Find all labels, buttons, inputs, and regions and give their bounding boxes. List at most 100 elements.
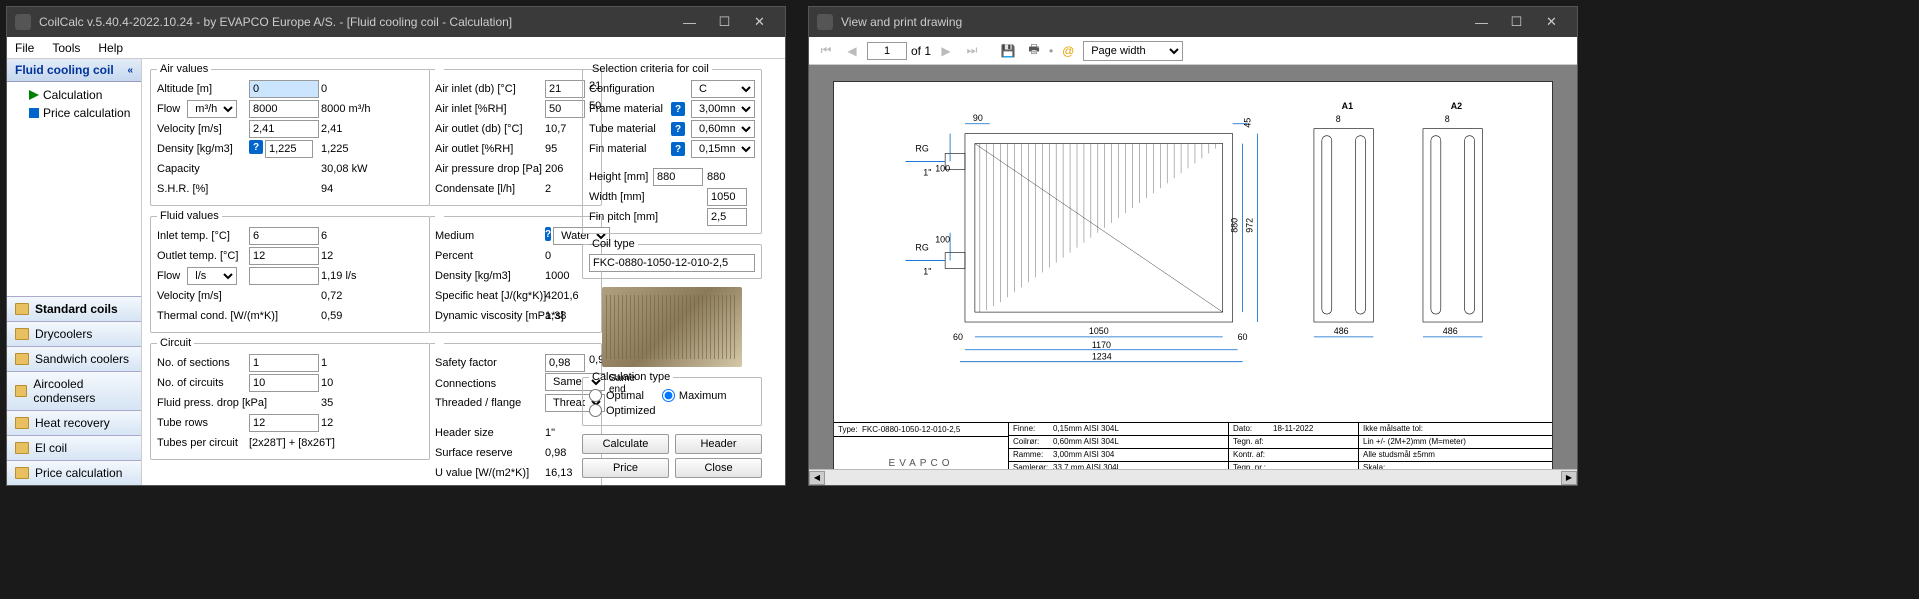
height-input[interactable] <box>653 168 703 186</box>
minimize-button[interactable]: — <box>1464 11 1499 33</box>
finpitch-label: Fin pitch [mm] <box>589 211 649 223</box>
sidebar-heat-recovery[interactable]: Heat recovery <box>7 410 141 435</box>
separator: • <box>1049 44 1053 58</box>
finpitch-input[interactable] <box>707 208 747 226</box>
fluid-flow-input[interactable] <box>249 267 319 285</box>
sidebar-aircooled-condensers[interactable]: Aircooled condensers <box>7 371 141 410</box>
folder-icon <box>15 385 27 397</box>
calculate-button[interactable]: Calculate <box>582 434 669 454</box>
svg-text:880: 880 <box>1230 218 1240 233</box>
sf-input[interactable] <box>545 354 585 372</box>
air-inlet-rh-input[interactable] <box>545 100 585 118</box>
fpd-label: Fluid press. drop [kPa] <box>157 397 247 409</box>
minimize-button[interactable]: — <box>672 11 707 33</box>
chevron-left-icon[interactable]: « <box>127 65 133 76</box>
scroll-left-button[interactable]: ◀ <box>809 471 825 485</box>
maximum-radio[interactable]: Maximum <box>662 389 727 402</box>
air-flow-input[interactable] <box>249 100 319 118</box>
air-outlet-db-label: Air outlet (db) [°C] <box>435 123 545 135</box>
dato-v: 18-11-2022 <box>1273 424 1313 434</box>
logo: EVAPCO <box>834 437 1008 469</box>
maximum-label: Maximum <box>679 390 727 402</box>
tube-select[interactable]: 0,60mm AISI 30 <box>691 120 755 138</box>
outlet-temp-input[interactable] <box>249 247 319 265</box>
titlebar: View and print drawing — ☐ ✕ <box>809 7 1577 37</box>
sidebar-title[interactable]: Fluid cooling coil « <box>7 59 141 82</box>
optimized-radio[interactable]: Optimized <box>589 404 656 417</box>
air-density-label: Density [kg/m3] <box>157 143 247 155</box>
sidebar-btn-label: Standard coils <box>35 302 118 316</box>
sidebar-price-calculation[interactable]: Price calculation <box>7 460 141 485</box>
fin-select[interactable]: 0,15mm AISI 30 <box>691 140 755 158</box>
header-button[interactable]: Header <box>675 434 762 454</box>
print-icon[interactable]: 🖶 <box>1023 41 1045 61</box>
save-icon[interactable]: 💾 <box>997 41 1019 61</box>
next-page-button[interactable]: ▶ <box>935 41 957 61</box>
help-icon[interactable]: ? <box>545 227 551 241</box>
air-velocity-input[interactable] <box>249 120 319 138</box>
air-flow-out: 8000 m³/h <box>321 103 371 115</box>
frame-select[interactable]: 3,00mm AISI 30 <box>691 100 755 118</box>
width-input[interactable] <box>707 188 747 206</box>
prev-page-button[interactable]: ◀ <box>841 41 863 61</box>
first-page-button[interactable]: ⏮ <box>815 41 837 61</box>
close-button-panel[interactable]: Close <box>675 458 762 478</box>
air-flow-unit[interactable]: m³/h <box>187 100 237 118</box>
col-mid: Air inlet (db) [°C]21 Air inlet [%RH]50 … <box>436 63 576 485</box>
svg-text:60: 60 <box>953 332 963 342</box>
maximize-button[interactable]: ☐ <box>1499 11 1534 33</box>
sidebar-sandwich-coolers[interactable]: Sandwich coolers <box>7 346 141 371</box>
drawing-viewport[interactable]: RG RG 1" 1" 100 100 90 45 60 1050 60 117… <box>809 65 1577 469</box>
air-inlet-db-input[interactable] <box>545 80 585 98</box>
last-page-button[interactable]: ⏭ <box>961 41 983 61</box>
menu-tools[interactable]: Tools <box>52 41 80 55</box>
height-out: 880 <box>707 171 747 183</box>
help-icon[interactable]: ? <box>671 122 685 136</box>
help-icon[interactable]: ? <box>671 102 685 116</box>
tube-rows-input[interactable] <box>249 414 319 432</box>
close-button[interactable]: ✕ <box>742 11 777 33</box>
svg-text:45: 45 <box>1242 118 1252 128</box>
email-icon[interactable]: @ <box>1057 41 1079 61</box>
tree-price-calculation[interactable]: Price calculation <box>13 104 135 122</box>
medium-label: Medium <box>435 230 545 242</box>
optimal-radio[interactable]: Optimal <box>589 389 644 402</box>
help-icon[interactable]: ? <box>249 140 263 154</box>
inlet-temp-input[interactable] <box>249 227 319 245</box>
page-input[interactable] <box>867 42 907 60</box>
calc-type-group: Calculation type Optimal Maximum Optimiz… <box>582 371 762 426</box>
sidebar-btn-label: El coil <box>35 441 67 455</box>
menu-file[interactable]: File <box>15 41 34 55</box>
altitude-input[interactable] <box>249 80 319 98</box>
close-button[interactable]: ✕ <box>1534 11 1569 33</box>
inlet-temp-out: 6 <box>321 230 371 242</box>
price-button[interactable]: Price <box>582 458 669 478</box>
zoom-select[interactable]: Page width <box>1083 41 1183 61</box>
fluid-density-label: Density [kg/m3] <box>435 270 545 282</box>
air-density-input[interactable] <box>265 140 313 158</box>
sidebar-el-coil[interactable]: El coil <box>7 435 141 460</box>
drawing-window: View and print drawing — ☐ ✕ ⏮ ◀ of 1 ▶ … <box>808 6 1578 486</box>
titlebar: CoilCalc v.5.40.4-2022.10.24 - by EVAPCO… <box>7 7 785 37</box>
sidebar-standard-coils[interactable]: Standard coils <box>7 296 141 321</box>
tube-rows-out: 12 <box>321 417 371 429</box>
main-panel: Air values Altitude [m]0 Flow m³/h8000 m… <box>142 59 785 485</box>
help-icon[interactable]: ? <box>671 142 685 156</box>
sidebar-btn-label: Heat recovery <box>35 416 110 430</box>
menu-help[interactable]: Help <box>98 41 123 55</box>
tb-meta: Dato:18-11-2022 Tegn. af: Kontr. af: Teg… <box>1229 423 1359 469</box>
horizontal-scrollbar[interactable]: ◀ ▶ <box>809 469 1577 485</box>
fluid-flow-unit[interactable]: l/s <box>187 267 237 285</box>
sidebar-drycoolers[interactable]: Drycoolers <box>7 321 141 346</box>
tree-calculation[interactable]: Calculation <box>13 86 135 104</box>
scroll-right-button[interactable]: ▶ <box>1561 471 1577 485</box>
title-block: Type: FKC-0880-1050-12-010-2,5 EVAPCO Fi… <box>834 422 1552 469</box>
shr-label: S.H.R. [%] <box>157 183 247 195</box>
tube-label: Tube material <box>589 123 669 135</box>
sidebar-btn-label: Sandwich coolers <box>35 352 129 366</box>
config-select[interactable]: C <box>691 80 755 98</box>
coil-image <box>602 287 742 367</box>
sections-input[interactable] <box>249 354 319 372</box>
maximize-button[interactable]: ☐ <box>707 11 742 33</box>
circuits-input[interactable] <box>249 374 319 392</box>
